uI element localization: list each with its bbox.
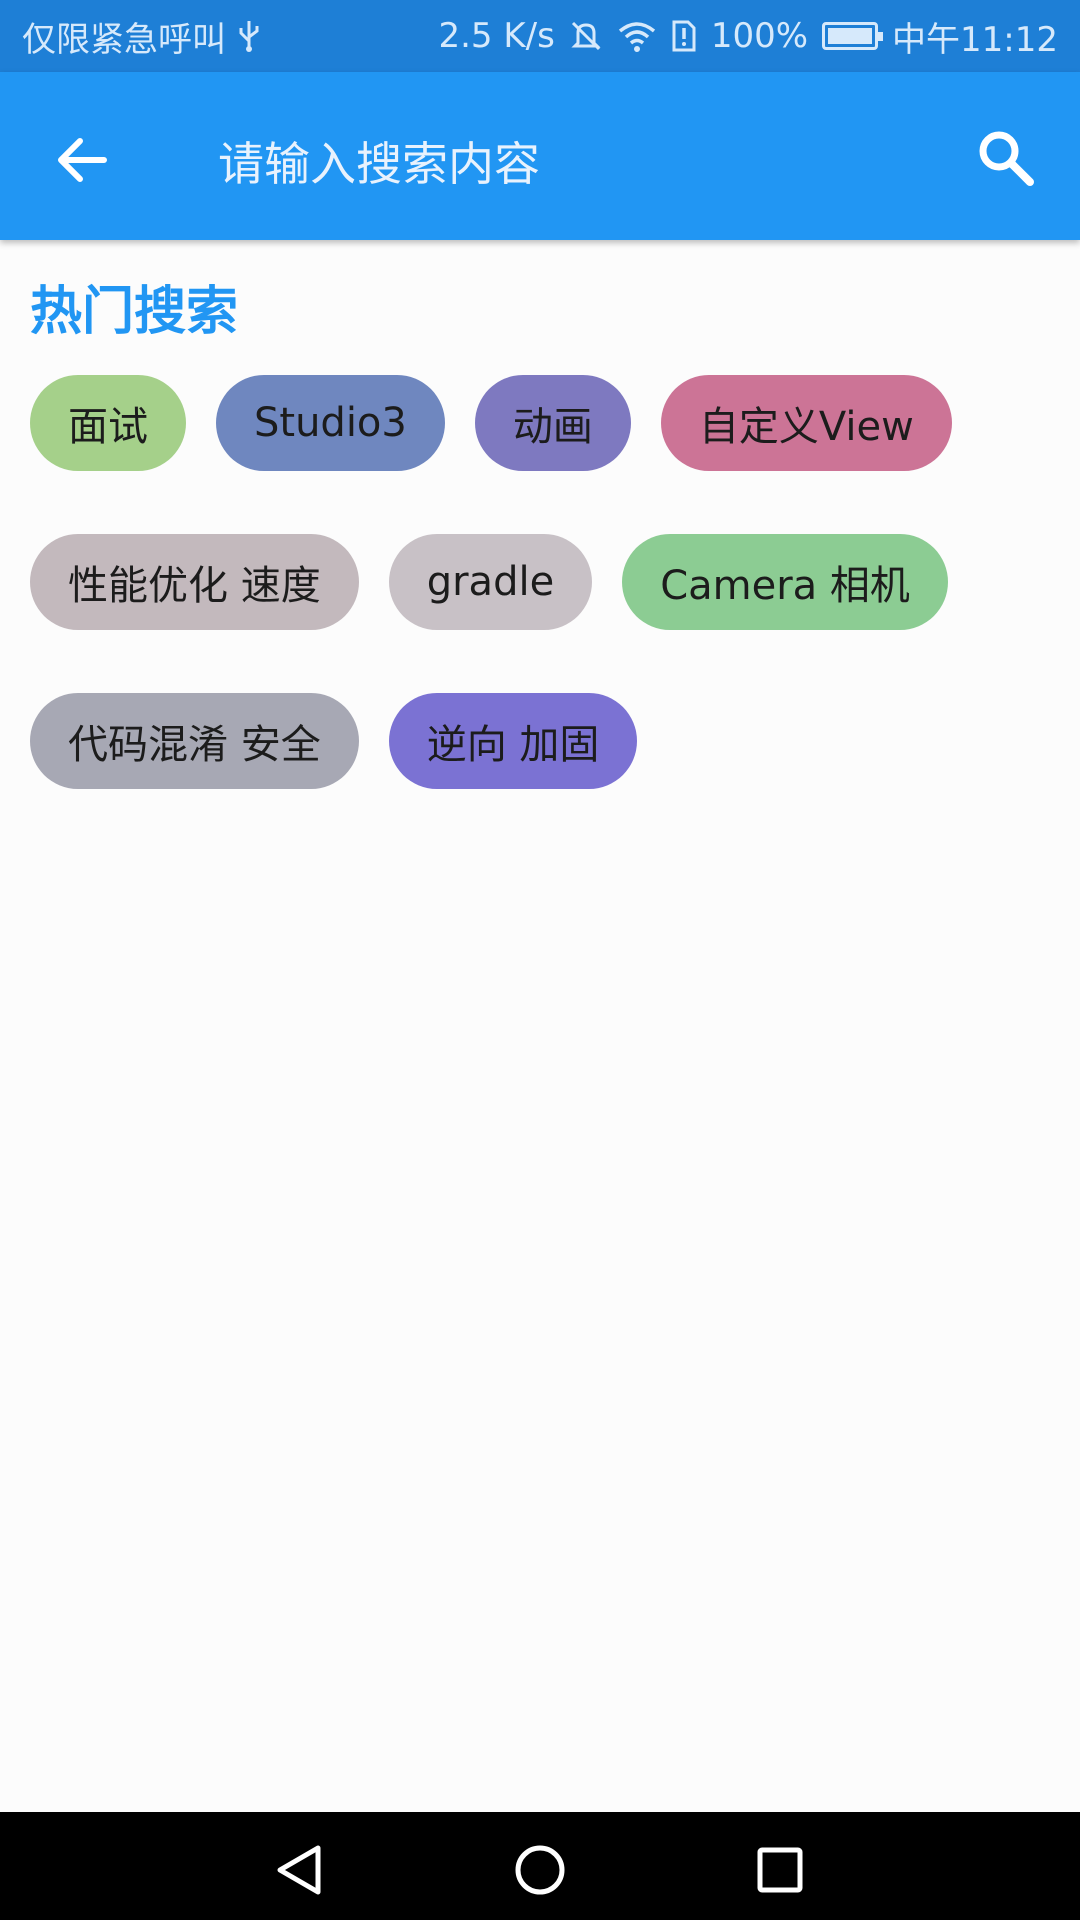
- hot-search-title: 热门搜索: [30, 282, 239, 342]
- chip-row-2: 性能优化 速度 gradle Camera 相机: [30, 534, 948, 630]
- system-nav-bar: [0, 1812, 1080, 1920]
- status-right: 2.5 K/s 100% 中午11:12: [438, 12, 1058, 61]
- chip-tag[interactable]: gradle: [388, 534, 593, 630]
- back-button[interactable]: [52, 130, 112, 190]
- chip-tag[interactable]: 面试: [30, 375, 186, 471]
- chip-tag[interactable]: 性能优化 速度: [30, 534, 359, 630]
- circle-home-icon: [515, 1845, 565, 1895]
- battery-percent: 100%: [710, 16, 809, 56]
- nav-home-button[interactable]: [512, 1842, 568, 1898]
- battery-charging-icon: [822, 22, 884, 50]
- status-bar: 仅限紧急呼叫 2.5 K/s 100% 中午11:12: [0, 0, 1080, 72]
- chip-tag[interactable]: 逆向 加固: [388, 693, 638, 789]
- nav-back-button[interactable]: [272, 1842, 328, 1898]
- net-speed: 2.5 K/s: [438, 16, 555, 56]
- usb-icon: [236, 19, 262, 53]
- chip-tag[interactable]: Studio3: [216, 375, 445, 471]
- wifi-icon: [617, 19, 657, 53]
- clock: 中午11:12: [892, 19, 1058, 60]
- square-recents-icon: [757, 1847, 803, 1893]
- arrow-back-icon: [58, 138, 107, 182]
- muted-bell-icon: [569, 19, 603, 53]
- chip-tag[interactable]: 动画: [474, 375, 631, 471]
- search-button[interactable]: [974, 126, 1038, 190]
- nav-recents-button[interactable]: [752, 1842, 808, 1898]
- chip-tag[interactable]: Camera 相机: [622, 534, 948, 630]
- chip-row-1: 面试 Studio3 动画 自定义View: [30, 375, 952, 471]
- search-input[interactable]: [218, 134, 918, 194]
- app-bar: [0, 72, 1080, 240]
- search-icon: [979, 131, 1034, 186]
- chip-row-3: 代码混淆 安全 逆向 加固: [30, 693, 638, 789]
- carrier-text: 仅限紧急呼叫: [22, 19, 226, 60]
- chip-tag[interactable]: 自定义View: [660, 375, 952, 471]
- sim-alert-icon: [671, 19, 697, 53]
- chip-tag[interactable]: 代码混淆 安全: [30, 693, 359, 789]
- status-left: 仅限紧急呼叫: [22, 12, 262, 61]
- triangle-back-icon: [277, 1845, 321, 1895]
